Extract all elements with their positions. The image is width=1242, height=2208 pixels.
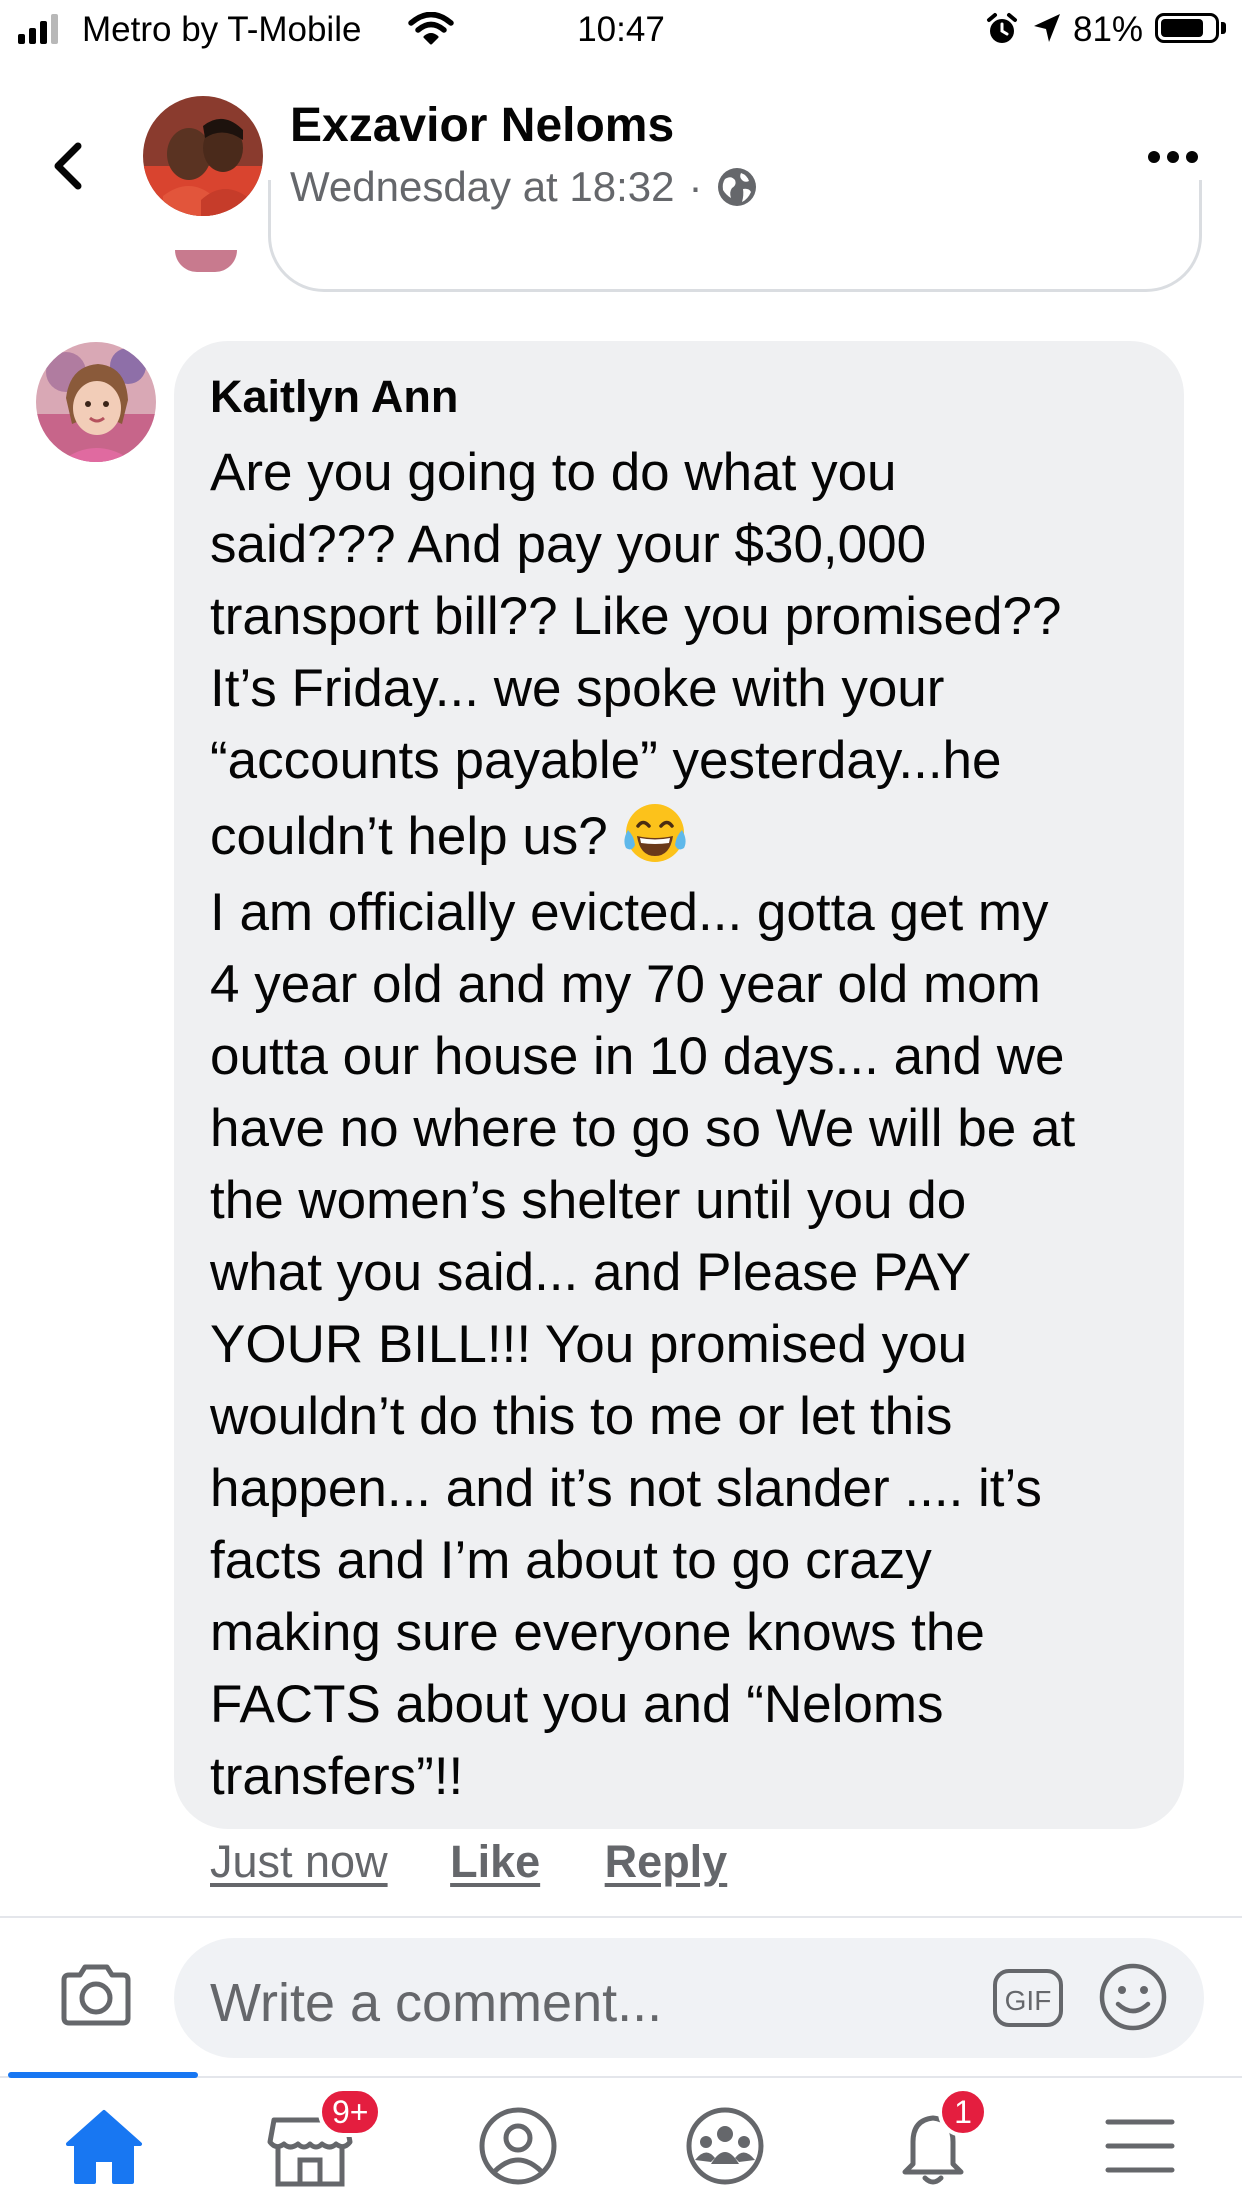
reply-button[interactable]: Reply — [605, 1836, 728, 1887]
comment-line: FACTS about you and “Neloms — [210, 1675, 944, 1734]
location-arrow-icon — [1034, 14, 1060, 42]
comment-line: facts and I’m about to go crazy — [210, 1531, 932, 1590]
tab-menu[interactable] — [1090, 2100, 1190, 2190]
comment-line: wouldn’t do this to me or let this — [210, 1387, 953, 1446]
more-horizontal-icon[interactable] — [1145, 142, 1201, 172]
comment-input[interactable]: Write a comment... — [210, 1972, 662, 2034]
gif-label: GIF — [1005, 1985, 1052, 2016]
active-tab-indicator — [8, 2072, 198, 2078]
camera-icon[interactable] — [58, 1962, 134, 2028]
comment-line: I am officially evicted... gotta get my — [210, 883, 1049, 942]
comment-input-box[interactable]: Write a comment... GIF — [174, 1938, 1204, 2058]
comment-text: Are you going to do what you said??? And… — [210, 437, 1170, 1813]
comment-line: 4 year old and my 70 year old mom — [210, 955, 1041, 1014]
comment-line: said??? And pay your $30,000 — [210, 515, 927, 574]
laughing-tears-emoji — [624, 804, 686, 862]
comment-line: transport bill?? Like you promised?? — [210, 587, 1062, 646]
profile-icon — [479, 2107, 557, 2185]
gif-icon[interactable]: GIF — [992, 1968, 1064, 2028]
comment-line: what you said... and Please PAY — [210, 1243, 972, 1302]
previous-comment-bubble — [268, 180, 1202, 292]
alarm-icon — [987, 13, 1017, 43]
comment-line: YOUR BILL!!! You promised you — [210, 1315, 968, 1374]
battery-percent: 81% — [1073, 10, 1144, 49]
avatar[interactable] — [143, 96, 263, 216]
battery-cap — [1221, 22, 1226, 34]
notifications-badge: 1 — [938, 2087, 988, 2137]
profile-name[interactable]: Exzavior Neloms — [290, 98, 674, 153]
groups-icon — [686, 2107, 764, 2185]
tab-groups[interactable] — [675, 2100, 775, 2190]
comment-author[interactable]: Kaitlyn Ann — [210, 371, 458, 423]
battery-icon — [1155, 13, 1219, 43]
battery-level — [1161, 19, 1203, 37]
previous-comment-avatar[interactable] — [175, 250, 237, 272]
comment-line: have no where to go so We will be at — [210, 1099, 1076, 1158]
comment-line: outta our house in 10 days... and we — [210, 1027, 1065, 1086]
comment-line: couldn’t help us? — [210, 807, 608, 866]
home-icon — [66, 2110, 142, 2184]
comment-actions: Just now Like Reply — [210, 1836, 779, 1888]
comment-line: the women’s shelter until you do — [210, 1171, 967, 1230]
commenter-avatar[interactable] — [36, 342, 156, 462]
chevron-left-icon[interactable] — [40, 124, 100, 204]
comment-timestamp[interactable]: Just now — [210, 1836, 388, 1887]
comment-line: happen... and it’s not slander .... it’s — [210, 1459, 1042, 1518]
comment-line: making sure everyone knows the — [210, 1603, 985, 1662]
comment-line: transfers”!! — [210, 1747, 464, 1806]
comment-line: It’s Friday... we spoke with your — [210, 659, 945, 718]
status-bar: Metro by T-Mobile 10:47 81% — [0, 0, 1242, 60]
comment-line: Are you going to do what you — [210, 443, 897, 502]
tab-profile[interactable] — [468, 2100, 568, 2190]
smiley-icon[interactable] — [1098, 1962, 1168, 2032]
comment-line: “accounts payable” yesterday...he — [210, 731, 1002, 790]
divider — [0, 1916, 1242, 1918]
comment-bubble[interactable]: Kaitlyn Ann Are you going to do what you… — [174, 341, 1184, 1829]
tab-home[interactable] — [54, 2100, 154, 2190]
like-button[interactable]: Like — [450, 1836, 540, 1887]
marketplace-badge: 9+ — [318, 2087, 383, 2137]
menu-icon — [1105, 2119, 1175, 2173]
comment-line-with-emoji: couldn’t help us? — [210, 797, 1170, 877]
